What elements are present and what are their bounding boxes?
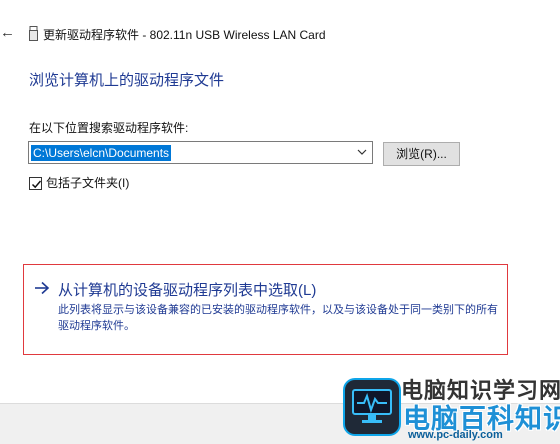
window-title: 更新驱动程序软件 - 802.11n USB Wireless LAN Card [43,28,326,42]
monitor-logo-icon [343,378,401,436]
back-button[interactable]: ← [0,24,15,42]
chevron-down-icon[interactable] [355,145,369,160]
driver-update-window: ← 更新驱动程序软件 - 802.11n USB Wireless LAN Ca… [0,0,560,444]
search-location-label: 在以下位置搜索驱动程序软件: [29,121,189,135]
title-bar: ← 更新驱动程序软件 - 802.11n USB Wireless LAN Ca… [0,0,560,62]
site-watermark: 电脑知识学习网 电脑百科知识 www.pc-daily.com [343,368,560,444]
arrow-right-icon [34,281,50,295]
watermark-url: www.pc-daily.com [408,429,503,441]
include-subfolders-label[interactable]: 包括子文件夹(I) [46,177,129,190]
pick-from-list-option[interactable]: 从计算机的设备驱动程序列表中选取(L) 此列表将显示与该设备兼容的已安装的驱动程… [23,264,508,355]
page-title: 浏览计算机上的驱动程序文件 [29,72,225,89]
browse-button[interactable]: 浏览(R)... [383,142,460,166]
include-subfolders-checkbox[interactable] [29,177,42,190]
pick-from-list-description: 此列表将显示与该设备兼容的已安装的驱动程序软件，以及与该设备处于同一类别下的所有… [58,304,498,332]
device-icon [29,26,38,41]
pick-from-list-link[interactable]: 从计算机的设备驱动程序列表中选取(L) [58,279,316,300]
search-path-combobox[interactable]: C:\Users\elcn\Documents [28,141,373,164]
search-path-value[interactable]: C:\Users\elcn\Documents [31,145,172,161]
